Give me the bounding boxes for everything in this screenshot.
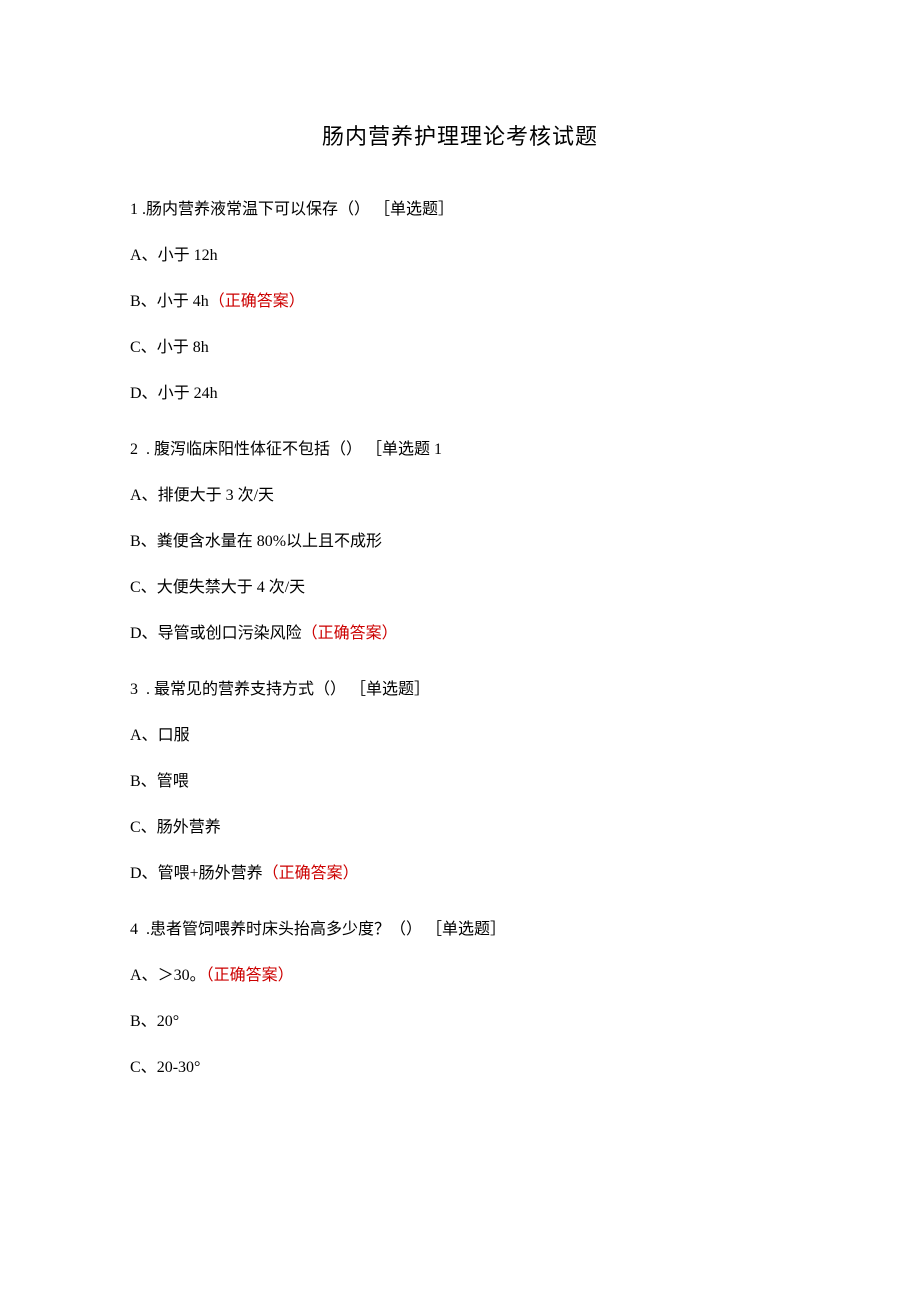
option-label: A、	[130, 247, 158, 264]
page-title: 肠内营养护理理论考核试题	[130, 120, 790, 153]
option-label: A、	[130, 727, 158, 744]
option-text: 小于 4h	[157, 293, 209, 310]
correct-answer-label: （正确答案）	[263, 865, 359, 882]
option-label: D、	[130, 385, 158, 402]
option-label: C、	[130, 339, 157, 356]
option-label: A、	[130, 487, 158, 504]
option: B、管喂	[130, 770, 790, 794]
option-text: 粪便含水量在 80%以上且不成形	[157, 533, 382, 550]
option-text: 小于 8h	[157, 339, 209, 356]
question-number: 3	[130, 681, 138, 698]
option: D、管喂+肠外营养（正确答案）	[130, 862, 790, 886]
question-block: 3 . 最常见的营养支持方式（） ［单选题］A、口服B、管喂C、肠外营养D、管喂…	[130, 678, 790, 886]
option-text: 小于 24h	[158, 385, 218, 402]
option: A、口服	[130, 724, 790, 748]
question-stem: .患者管饲喂养时床头抬高多少度？（） ［单选题］	[142, 921, 506, 938]
option-label: C、	[130, 579, 157, 596]
question-number: 2	[130, 441, 138, 458]
question-text: 2 . 腹泻临床阳性体征不包括（） ［单选题 1	[130, 438, 790, 462]
option-text: 管喂+肠外营养	[158, 865, 263, 882]
option: B、20°	[130, 1010, 790, 1034]
option: C、肠外营养	[130, 816, 790, 840]
question-stem: . 腹泻临床阳性体征不包括（） ［单选题 1	[142, 441, 442, 458]
option-label: B、	[130, 533, 157, 550]
option-label: B、	[130, 1013, 157, 1030]
correct-answer-label: （正确答案）	[206, 967, 294, 984]
option: B、粪便含水量在 80%以上且不成形	[130, 530, 790, 554]
option: C、20-30°	[130, 1056, 790, 1080]
option-text: 管喂	[157, 773, 189, 790]
option-label: D、	[130, 865, 158, 882]
option: C、小于 8h	[130, 336, 790, 360]
option-label: A、	[130, 967, 158, 984]
correct-answer-label: （正确答案）	[302, 625, 398, 642]
option-label: B、	[130, 293, 157, 310]
option-text: 排便大于 3 次/天	[158, 487, 274, 504]
question-text: 4 .患者管饲喂养时床头抬高多少度？（） ［单选题］	[130, 918, 790, 942]
option: A、小于 12h	[130, 244, 790, 268]
question-number: 1	[130, 201, 138, 218]
option: C、大便失禁大于 4 次/天	[130, 576, 790, 600]
option: D、小于 24h	[130, 382, 790, 406]
option: A、排便大于 3 次/天	[130, 484, 790, 508]
option-label: C、	[130, 819, 157, 836]
option-text: 口服	[158, 727, 190, 744]
question-block: 2 . 腹泻临床阳性体征不包括（） ［单选题 1 A、排便大于 3 次/天 B、粪便…	[130, 438, 790, 646]
option-text: 小于 12h	[158, 247, 218, 264]
option-text: 大便失禁大于 4 次/天	[157, 579, 305, 596]
option: D、导管或创口污染风险（正确答案）	[130, 622, 790, 646]
option-text: 导管或创口污染风险	[158, 625, 302, 642]
questions-container: 1.肠内营养液常温下可以保存（） ［单选题］A、小于 12hB、小于 4h（正确…	[130, 198, 790, 1080]
option-text: 肠外营养	[157, 819, 221, 836]
option-label: B、	[130, 773, 157, 790]
question-block: 4 .患者管饲喂养时床头抬高多少度？（） ［单选题］ A、＞30。（正确答案） B、…	[130, 918, 790, 1080]
question-stem: . 最常见的营养支持方式（） ［单选题］	[142, 681, 430, 698]
option-text: 20-30°	[157, 1059, 201, 1076]
option: A、＞30。（正确答案）	[130, 964, 790, 988]
option-text: 20°	[157, 1013, 179, 1030]
question-number: 4	[130, 921, 138, 938]
correct-answer-label: （正确答案）	[209, 293, 305, 310]
question-stem: .肠内营养液常温下可以保存（） ［单选题］	[142, 201, 454, 218]
question-block: 1.肠内营养液常温下可以保存（） ［单选题］ A、小于 12h B、小于 4h（正确…	[130, 198, 790, 406]
option-label: C、	[130, 1059, 157, 1076]
option-text: ＞30。	[158, 967, 206, 984]
question-text: 1.肠内营养液常温下可以保存（） ［单选题］	[130, 198, 790, 222]
question-text: 3 . 最常见的营养支持方式（） ［单选题］	[130, 678, 790, 702]
option: B、小于 4h（正确答案）	[130, 290, 790, 314]
option-label: D、	[130, 625, 158, 642]
